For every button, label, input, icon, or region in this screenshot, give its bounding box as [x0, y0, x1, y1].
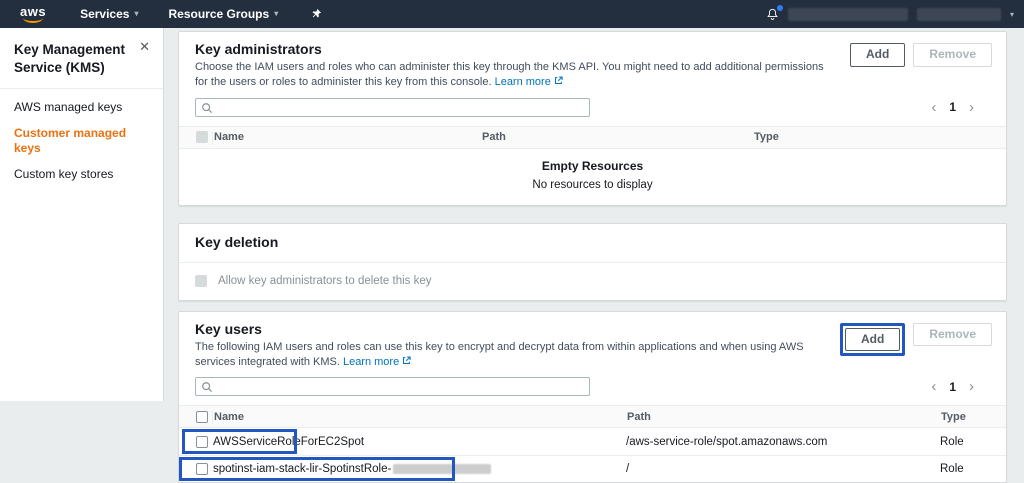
- annotation-highlight-add-button: Add: [840, 323, 905, 357]
- users-table-header: Name Path Type: [179, 405, 1006, 428]
- main-content: Key administrators Choose the IAM users …: [178, 31, 1007, 483]
- admins-add-button[interactable]: Add: [850, 43, 905, 67]
- key-administrators-card: Key administrators Choose the IAM users …: [178, 31, 1007, 206]
- pin-icon[interactable]: [310, 8, 322, 20]
- chevron-down-icon: ▾: [274, 10, 278, 18]
- admins-col-name: Name: [213, 131, 481, 143]
- admins-col-type: Type: [753, 131, 1006, 143]
- key-users-card: Key users The following IAM users and ro…: [178, 311, 1007, 483]
- next-page-icon[interactable]: ›: [969, 379, 974, 394]
- admins-page-number[interactable]: 1: [949, 100, 956, 114]
- admins-pagination: ‹ 1 ›: [931, 100, 992, 115]
- header-divider: [212, 131, 213, 145]
- sidebar-item-customer-managed-keys[interactable]: Customer managed keys: [14, 126, 149, 155]
- admins-col-path: Path: [481, 131, 753, 143]
- users-remove-button[interactable]: Remove: [913, 323, 992, 347]
- close-icon[interactable]: ✕: [139, 40, 150, 53]
- search-icon: [201, 381, 213, 393]
- users-select-all-checkbox[interactable]: [196, 411, 208, 423]
- nav-resource-groups-menu[interactable]: Resource Groups ▾: [168, 7, 278, 21]
- search-icon: [201, 102, 213, 114]
- notification-badge: [777, 5, 783, 11]
- header-divider: [212, 410, 213, 424]
- learn-more-link[interactable]: Learn more: [343, 356, 411, 368]
- nav-services-menu[interactable]: Services ▾: [80, 7, 138, 21]
- row-type: Role: [940, 463, 1006, 475]
- table-row[interactable]: AWSServiceRoleForEC2Spot /aws-service-ro…: [179, 428, 1006, 455]
- row-checkbox[interactable]: [196, 436, 208, 448]
- key-users-description: The following IAM users and roles can us…: [195, 340, 826, 370]
- row-name: spotinst-iam-stack-lir-SpotinstRole-: [213, 463, 626, 475]
- admins-table-header: Name Path Type: [179, 126, 1006, 149]
- users-page-number[interactable]: 1: [949, 380, 956, 394]
- chevron-down-icon[interactable]: ▾: [1010, 10, 1014, 19]
- prev-page-icon[interactable]: ‹: [931, 379, 936, 394]
- key-deletion-card: Key deletion Allow key administrators to…: [178, 223, 1007, 301]
- chevron-down-icon: ▾: [134, 10, 138, 18]
- learn-more-link[interactable]: Learn more: [495, 76, 563, 88]
- admins-remove-button[interactable]: Remove: [913, 43, 992, 67]
- empty-resources-subtitle: No resources to display: [179, 179, 1006, 191]
- allow-deletion-checkbox[interactable]: [195, 275, 207, 287]
- redacted-account-name: [788, 8, 908, 21]
- aws-logo-smile: [23, 17, 43, 23]
- empty-resources-title: Empty Resources: [179, 159, 1006, 173]
- row-type: Role: [940, 436, 1006, 448]
- redacted-role-suffix: [393, 464, 491, 474]
- notifications-bell-icon[interactable]: [766, 7, 779, 21]
- admins-search-box: [195, 98, 590, 117]
- next-page-icon[interactable]: ›: [969, 100, 974, 115]
- sidebar-header: Key Management Service (KMS) ✕: [0, 28, 163, 76]
- row-path: /aws-service-role/spot.amazonaws.com: [626, 436, 940, 448]
- users-col-path: Path: [626, 411, 940, 423]
- key-administrators-title: Key administrators: [195, 41, 836, 57]
- key-deletion-title: Key deletion: [195, 234, 990, 250]
- nav-services-label: Services: [80, 7, 129, 21]
- sidebar-item-custom-key-stores[interactable]: Custom key stores: [14, 167, 149, 181]
- external-link-icon: [402, 356, 411, 365]
- allow-deletion-label: Allow key administrators to delete this …: [218, 275, 431, 287]
- nav-resource-groups-label: Resource Groups: [168, 7, 269, 21]
- admins-select-all-checkbox[interactable]: [196, 131, 208, 143]
- admins-search-input[interactable]: [218, 99, 586, 116]
- redacted-region-name: [917, 8, 1001, 21]
- row-name: AWSServiceRoleForEC2Spot: [213, 436, 626, 448]
- aws-logo[interactable]: aws: [20, 6, 46, 23]
- external-link-icon: [554, 76, 563, 85]
- users-pagination: ‹ 1 ›: [931, 379, 992, 394]
- users-search-input[interactable]: [218, 378, 586, 395]
- nav-right-group: ▾: [766, 7, 1024, 21]
- table-row[interactable]: spotinst-iam-stack-lir-SpotinstRole- / R…: [179, 455, 1006, 482]
- users-col-type: Type: [940, 411, 1006, 423]
- row-path: /: [626, 463, 940, 475]
- aws-logo-text: aws: [20, 6, 46, 17]
- top-navigation-bar: aws Services ▾ Resource Groups ▾ ▾: [0, 0, 1024, 28]
- key-users-title: Key users: [195, 321, 826, 337]
- sidebar-divider: [0, 88, 163, 89]
- sidebar-title: Key Management Service (KMS): [14, 41, 126, 76]
- users-add-button[interactable]: Add: [845, 328, 900, 352]
- admins-empty-state: Empty Resources No resources to display: [179, 149, 1006, 205]
- kms-sidebar: Key Management Service (KMS) ✕ AWS manag…: [0, 28, 164, 401]
- key-administrators-description: Choose the IAM users and roles who can a…: [195, 60, 836, 90]
- sidebar-nav: AWS managed keys Customer managed keys C…: [0, 100, 163, 182]
- row-checkbox[interactable]: [196, 463, 208, 475]
- prev-page-icon[interactable]: ‹: [931, 100, 936, 115]
- users-search-box: [195, 377, 590, 396]
- users-col-name: Name: [213, 411, 626, 423]
- sidebar-item-aws-managed-keys[interactable]: AWS managed keys: [14, 100, 149, 114]
